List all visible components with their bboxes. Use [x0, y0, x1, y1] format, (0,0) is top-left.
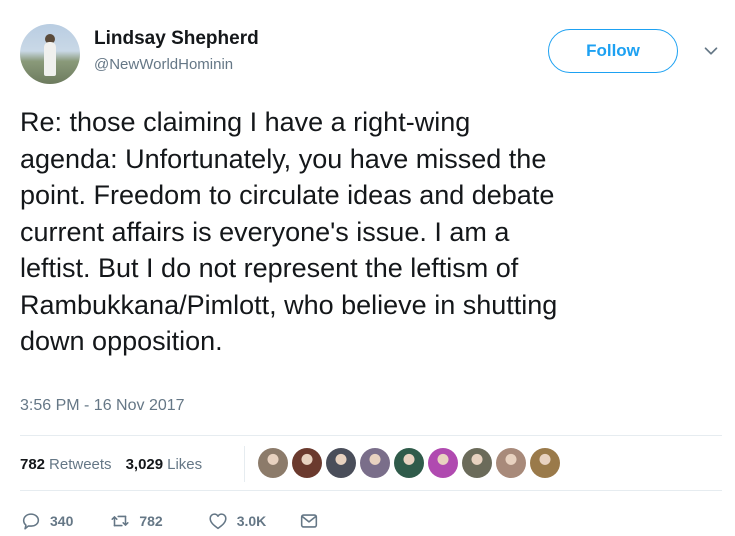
stats-separator [244, 446, 245, 482]
liker-avatar[interactable] [258, 448, 288, 478]
liker-avatar[interactable] [462, 448, 492, 478]
tweet-actions: 340 782 3.0K [20, 510, 320, 532]
divider [20, 490, 722, 491]
author-name[interactable]: Lindsay Shepherd [94, 28, 259, 50]
liker-avatar[interactable] [530, 448, 560, 478]
direct-message-button[interactable] [298, 510, 320, 532]
avatar-figure [44, 42, 56, 76]
reply-button[interactable]: 340 [20, 510, 73, 532]
divider [20, 435, 722, 436]
likes-stat[interactable]: 3,029 Likes [126, 456, 203, 473]
retweets-stat[interactable]: 782 Retweets [20, 456, 112, 473]
retweet-button[interactable]: 782 [109, 510, 163, 532]
author-avatar[interactable] [20, 24, 80, 84]
like-button[interactable]: 3.0K [207, 510, 267, 532]
liker-avatar[interactable] [428, 448, 458, 478]
liker-avatar[interactable] [360, 448, 390, 478]
liker-avatar[interactable] [394, 448, 424, 478]
liker-avatar[interactable] [496, 448, 526, 478]
tweet-text: Re: those claiming I have a right-wing a… [20, 107, 558, 356]
heart-icon [209, 513, 227, 530]
reply-icon [22, 513, 40, 530]
engagement-stats: 782 Retweets 3,029 Likes [20, 456, 202, 473]
like-count: 3.0K [236, 513, 267, 529]
liker-avatars [258, 448, 560, 478]
follow-button[interactable]: Follow [548, 29, 678, 73]
retweet-icon [111, 515, 129, 527]
likes-label: Likes [167, 456, 203, 473]
retweet-count: 782 [139, 513, 163, 529]
liker-avatar[interactable] [292, 448, 322, 478]
reply-count: 340 [50, 513, 74, 529]
likes-count: 3,029 [125, 456, 164, 473]
envelope-icon [301, 514, 318, 528]
liker-avatar[interactable] [326, 448, 356, 478]
retweets-count: 782 [20, 456, 46, 473]
chevron-down-icon[interactable] [700, 40, 722, 62]
tweet-timestamp[interactable]: 3:56 PM - 16 Nov 2017 [20, 397, 185, 415]
retweets-label: Retweets [49, 456, 112, 473]
author-handle[interactable]: @NewWorldHominin [94, 56, 233, 73]
